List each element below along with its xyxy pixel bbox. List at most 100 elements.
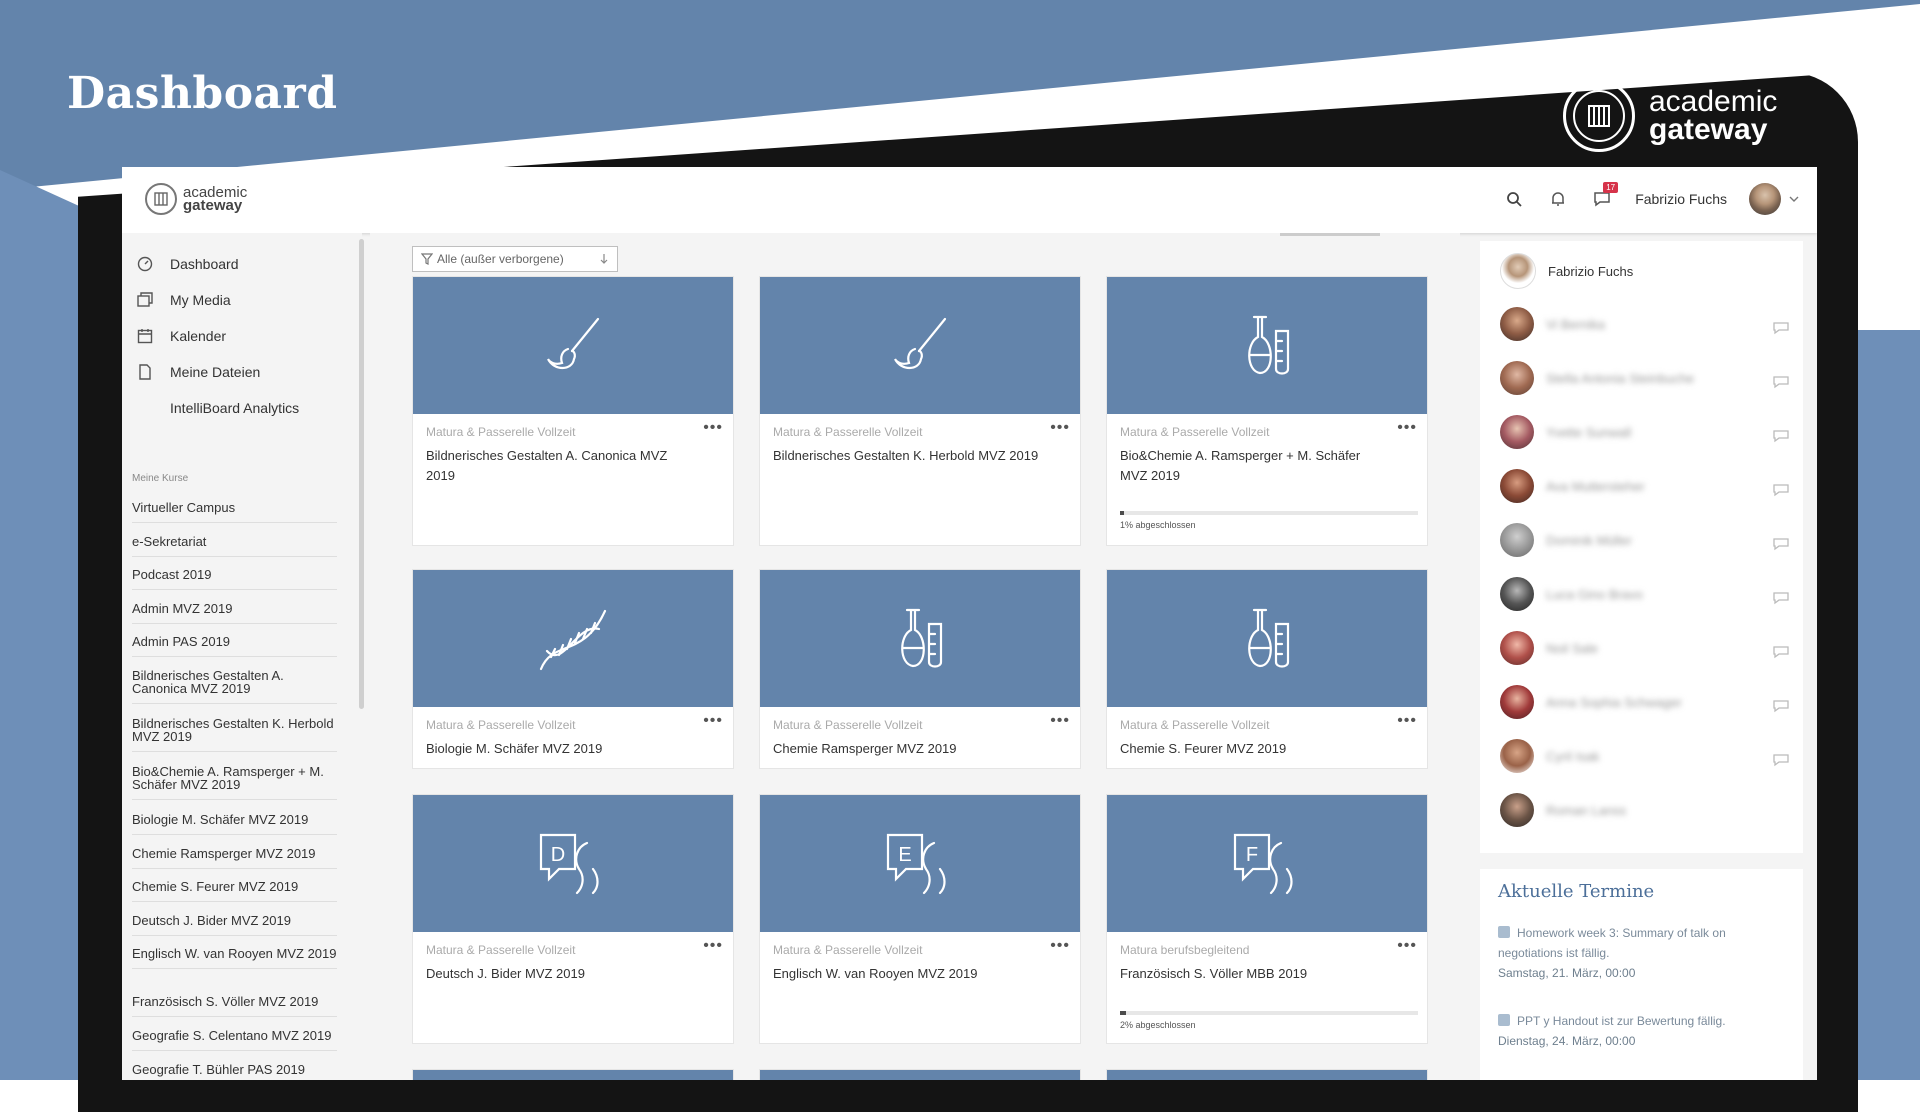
avatar: [1500, 253, 1536, 289]
sidebar-course[interactable]: Französisch S. Völler MVZ 2019: [132, 995, 337, 1017]
user-name[interactable]: Fabrizio Fuchs: [1635, 191, 1727, 207]
sidebar-course[interactable]: Deutsch J. Bider MVZ 2019: [132, 914, 337, 936]
contact-row[interactable]: Stella Antonia Steinbuche: [1500, 361, 1790, 395]
course-card[interactable]: F Matura berufsbegleitend ••• Französisc…: [1106, 794, 1428, 1044]
course-name[interactable]: Biologie M. Schäfer MVZ 2019: [426, 739, 696, 759]
contacts-panel: Fabrizio Fuchs Vi Bernika Stella Antonia…: [1480, 241, 1803, 853]
message-icon[interactable]: [1772, 375, 1790, 389]
course-name[interactable]: Bildnerisches Gestalten A. Canonica MVZ …: [426, 446, 696, 486]
sidebar-course[interactable]: e-Sekretariat: [132, 535, 337, 557]
course-card[interactable]: Matura & Passerelle Vollzeit ••• Chemie …: [759, 569, 1081, 769]
sidebar-scrollbar[interactable]: [359, 239, 364, 709]
sidebar-course[interactable]: Bildnerisches Gestalten A. Canonica MVZ …: [132, 669, 337, 704]
search-icon[interactable]: [1503, 188, 1525, 210]
sidebar-course[interactable]: Geografie S. Celentano MVZ 2019: [132, 1029, 337, 1051]
course-menu-button[interactable]: •••: [1397, 712, 1417, 730]
course-card[interactable]: Matura & Passerelle Vollzeit ••• Chemie …: [1106, 569, 1428, 769]
course-card[interactable]: Matura & Passerelle Vollzeit ••• Bildner…: [412, 276, 734, 546]
course-image: F: [1107, 795, 1427, 932]
course-menu-button[interactable]: •••: [1050, 712, 1070, 730]
course-name[interactable]: Deutsch J. Bider MVZ 2019: [426, 964, 696, 984]
course-name[interactable]: Bildnerisches Gestalten K. Herbold MVZ 2…: [773, 446, 1043, 466]
event-item[interactable]: Homework week 3: Summary of talk on nego…: [1498, 923, 1788, 983]
contact-self[interactable]: Fabrizio Fuchs: [1500, 253, 1790, 289]
message-icon[interactable]: [1772, 537, 1790, 551]
course-card[interactable]: [412, 1069, 734, 1080]
course-category: Matura & Passerelle Vollzeit: [1120, 718, 1270, 732]
message-icon[interactable]: [1772, 645, 1790, 659]
course-name[interactable]: Bio&Chemie A. Ramsperger + M. Schäfer MV…: [1120, 446, 1390, 486]
avatar: [1500, 361, 1534, 395]
event-item[interactable]: PPT y Handout ist zur Bewertung fällig. …: [1498, 1011, 1788, 1051]
nav-item-intelliboard[interactable]: IntelliBoard Analytics: [136, 399, 299, 417]
chevron-down-icon[interactable]: [1789, 188, 1799, 210]
course-menu-button[interactable]: •••: [1397, 419, 1417, 437]
chat-icon[interactable]: 17: [1591, 182, 1619, 210]
contact-name: Cyril Isak: [1546, 748, 1600, 764]
nav-item-dashboard[interactable]: Dashboard: [136, 255, 239, 273]
contact-row[interactable]: Anna Sophia Schwager: [1500, 685, 1790, 719]
event-text: PPT y Handout ist zur Bewertung fällig.: [1517, 1014, 1726, 1028]
course-icon-letter: F: [1246, 844, 1258, 866]
sidebar-course[interactable]: Chemie S. Feurer MVZ 2019: [132, 880, 337, 902]
brush-icon: [894, 317, 947, 369]
course-card[interactable]: D Matura & Passerelle Vollzeit ••• Deuts…: [412, 794, 734, 1044]
course-category: Matura & Passerelle Vollzeit: [1120, 425, 1270, 439]
filter-label: Alle (außer verborgene): [437, 252, 564, 266]
course-menu-button[interactable]: •••: [703, 419, 723, 437]
contact-row[interactable]: Dominik Müller: [1500, 523, 1790, 557]
course-image: [1107, 1070, 1427, 1080]
contact-row[interactable]: Ava Muttersteher: [1500, 469, 1790, 503]
message-icon[interactable]: [1772, 591, 1790, 605]
message-icon[interactable]: [1772, 321, 1790, 335]
course-name[interactable]: Französisch S. Völler MBB 2019: [1120, 964, 1390, 984]
course-name[interactable]: Chemie Ramsperger MVZ 2019: [773, 739, 1043, 759]
contact-row[interactable]: Noil Sale: [1500, 631, 1790, 665]
nav-item-meine-dateien[interactable]: Meine Dateien: [136, 363, 260, 381]
sidebar-course[interactable]: Podcast 2019: [132, 568, 337, 590]
avatar: [1500, 523, 1534, 557]
contact-row[interactable]: Yvette Sunwall: [1500, 415, 1790, 449]
course-menu-button[interactable]: •••: [703, 937, 723, 955]
course-card[interactable]: Matura & Passerelle Vollzeit ••• Bio&Che…: [1106, 276, 1428, 546]
flask-icon: [1248, 315, 1290, 375]
sidebar-course[interactable]: Englisch W. van Rooyen MVZ 2019: [132, 947, 337, 969]
sidebar-course[interactable]: Chemie Ramsperger MVZ 2019: [132, 847, 337, 869]
course-menu-button[interactable]: •••: [1397, 937, 1417, 955]
course-card[interactable]: [759, 1069, 1081, 1080]
app-screen: academic gateway 17 Fabrizio Fuchs Dashb…: [122, 167, 1817, 1080]
message-icon[interactable]: [1772, 753, 1790, 767]
sidebar-course[interactable]: Bildnerisches Gestalten K. Herbold MVZ 2…: [132, 717, 337, 752]
contact-row[interactable]: Vi Bernika: [1500, 307, 1790, 341]
course-menu-button[interactable]: •••: [1050, 937, 1070, 955]
course-image: [413, 570, 733, 707]
sidebar-course[interactable]: Admin PAS 2019: [132, 635, 337, 657]
nav-item-my-media[interactable]: My Media: [136, 291, 231, 309]
course-name[interactable]: Chemie S. Feurer MVZ 2019: [1120, 739, 1390, 759]
sidebar-course[interactable]: Geografie T. Bühler PAS 2019: [132, 1063, 337, 1080]
course-progress-bar: [1120, 511, 1418, 515]
nav-item-kalender[interactable]: Kalender: [136, 327, 226, 345]
message-icon[interactable]: [1772, 699, 1790, 713]
course-filter-dropdown[interactable]: Alle (außer verborgene): [412, 246, 618, 272]
sidebar-course[interactable]: Admin MVZ 2019: [132, 602, 337, 624]
message-icon[interactable]: [1772, 429, 1790, 443]
contact-row[interactable]: Luca Gino Bravo: [1500, 577, 1790, 611]
avatar: [1500, 739, 1534, 773]
course-name[interactable]: Englisch W. van Rooyen MVZ 2019: [773, 964, 1043, 984]
message-icon[interactable]: [1772, 483, 1790, 497]
user-avatar[interactable]: [1749, 183, 1781, 215]
course-menu-button[interactable]: •••: [1050, 419, 1070, 437]
sidebar-course[interactable]: Biologie M. Schäfer MVZ 2019: [132, 813, 337, 835]
sidebar-course[interactable]: Virtueller Campus: [132, 501, 337, 523]
contact-row[interactable]: Cyril Isak: [1500, 739, 1790, 773]
course-card[interactable]: Matura & Passerelle Vollzeit ••• Bildner…: [759, 276, 1081, 546]
bell-icon[interactable]: [1547, 188, 1569, 210]
sidebar-course[interactable]: Bio&Chemie A. Ramsperger + M. Schäfer MV…: [132, 765, 337, 800]
course-menu-button[interactable]: •••: [703, 712, 723, 730]
course-card[interactable]: E Matura & Passerelle Vollzeit ••• Engli…: [759, 794, 1081, 1044]
course-card[interactable]: [1106, 1069, 1428, 1080]
course-card[interactable]: Matura & Passerelle Vollzeit ••• Biologi…: [412, 569, 734, 769]
contact-row[interactable]: Roman Lanss: [1500, 793, 1790, 827]
app-logo[interactable]: academic gateway: [145, 183, 247, 215]
